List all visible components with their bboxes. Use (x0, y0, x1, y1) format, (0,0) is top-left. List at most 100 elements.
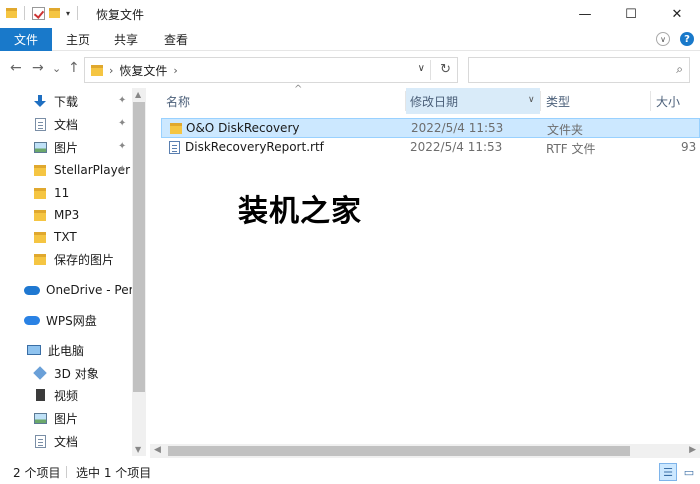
address-row: ← → ⌄ ↑ › 恢复文件 › ∨ ↻ ⌕ (0, 54, 700, 86)
download-arrow-icon (32, 94, 48, 108)
folder-icon (32, 230, 48, 244)
back-button[interactable]: ← (10, 60, 22, 76)
tab-share[interactable]: 共享 (114, 28, 138, 51)
breadcrumb-chevron-icon[interactable]: › (173, 64, 177, 77)
pin-icon[interactable]: ✦ (118, 118, 126, 129)
file-list: 名称 ^ 修改日期 ∨ 类型 大小 O&O DiskRecovery 2022/… (150, 84, 700, 456)
breadcrumb-chevron-icon[interactable]: › (109, 64, 113, 77)
onedrive-cloud-icon (24, 283, 40, 297)
help-icon[interactable]: ? (680, 32, 694, 46)
column-divider[interactable] (540, 91, 541, 111)
file-row[interactable]: O&O DiskRecovery 2022/5/4 11:53 文件夹 (161, 118, 700, 138)
horizontal-scrollbar-thumb[interactable] (168, 446, 630, 456)
minimize-button[interactable]: — (562, 0, 608, 28)
column-header-type[interactable]: 类型 (546, 88, 646, 114)
column-filter-dropdown-icon[interactable]: ∨ (528, 95, 535, 105)
sidebar-item-label: OneDrive - Perso (46, 283, 146, 297)
sidebar-item[interactable]: 文档 (32, 430, 78, 452)
sidebar-item-label: 图片 (54, 411, 79, 426)
sidebar-item[interactable]: TXT (32, 226, 77, 248)
tab-view[interactable]: 查看 (164, 28, 188, 51)
watermark-text: 装机之家 (238, 194, 362, 229)
sidebar-item[interactable]: 下载 (32, 452, 78, 456)
sidebar-item[interactable]: 文档 (32, 113, 78, 135)
forward-button[interactable]: → (32, 60, 44, 76)
nav-scrollbar-thumb[interactable] (133, 102, 145, 392)
recent-locations-button[interactable]: ⌄ (52, 62, 61, 75)
properties-icon[interactable] (32, 6, 45, 20)
search-input[interactable]: ⌕ (468, 57, 690, 83)
sidebar-item-label: 下载 (54, 455, 78, 457)
sidebar-item[interactable]: 11 (32, 182, 69, 204)
sidebar-item-label: 视频 (54, 388, 79, 403)
pin-icon[interactable]: ✦ (118, 141, 126, 152)
sidebar-item[interactable]: 保存的图片 (32, 248, 114, 270)
horizontal-scrollbar[interactable]: ◀ ▶ (150, 444, 700, 458)
sidebar-item[interactable]: StellarPlayer (32, 159, 130, 181)
title-bar: ▾ 恢复文件 — ☐ ✕ (0, 0, 700, 28)
refresh-icon[interactable]: ↻ (440, 62, 451, 77)
file-modified: 2022/5/4 11:53 (411, 121, 504, 135)
sidebar-item-label: TXT (54, 230, 77, 244)
status-selected-count: 选中 1 个项目 (76, 466, 152, 480)
picture-icon (32, 411, 48, 425)
folder-icon (91, 64, 103, 76)
sidebar-item[interactable]: WPS网盘 (24, 309, 97, 331)
sidebar-item[interactable]: 图片 (32, 136, 78, 158)
status-item-count: 2 个项目 (13, 466, 61, 480)
file-modified: 2022/5/4 11:53 (410, 140, 503, 154)
sidebar-item-label: 3D 对象 (54, 366, 99, 381)
tab-home[interactable]: 主页 (66, 28, 90, 51)
sidebar-item-label: MP3 (54, 208, 80, 222)
large-icons-view-icon[interactable]: ▭ (680, 463, 698, 481)
sidebar-item[interactable]: 此电脑 (26, 339, 84, 361)
column-header-modified[interactable]: 修改日期 ∨ (406, 88, 540, 114)
address-dropdown-icon[interactable]: ∨ (418, 63, 425, 74)
column-divider[interactable] (650, 91, 651, 111)
details-view-icon[interactable]: ☰ (659, 463, 677, 481)
sidebar-item[interactable]: OneDrive - Perso (24, 279, 146, 301)
breadcrumb-current[interactable]: 恢复文件 (119, 62, 167, 79)
scroll-up-icon[interactable]: ▲ (135, 90, 141, 99)
sidebar-item[interactable]: 图片 (32, 407, 78, 429)
pin-icon[interactable]: ✦ (118, 95, 126, 106)
address-bar[interactable]: › 恢复文件 › ∨ ↻ (84, 57, 458, 83)
file-row[interactable]: DiskRecoveryReport.rtf 2022/5/4 11:53 RT… (161, 138, 700, 158)
window-title: 恢复文件 (96, 8, 145, 22)
column-header-name[interactable]: 名称 ^ (166, 84, 402, 114)
nav-scrollbar[interactable]: ▲ ▼ (132, 88, 146, 456)
quick-access-dropdown[interactable]: ▾ (66, 9, 70, 18)
sidebar-item[interactable]: 视频 (32, 384, 78, 406)
sidebar-item-label: 下载 (54, 94, 79, 109)
folder-icon (32, 163, 48, 177)
picture-icon (32, 140, 48, 154)
scroll-left-icon[interactable]: ◀ (154, 445, 161, 455)
sidebar-item[interactable]: 下载 (32, 90, 78, 112)
file-type: 文件夹 (547, 123, 584, 137)
ribbon-tabs: 文件 主页 共享 查看 ∨ ? (0, 28, 700, 51)
scroll-down-icon[interactable]: ▼ (135, 445, 141, 454)
scroll-right-icon[interactable]: ▶ (689, 445, 696, 455)
folder-icon (6, 8, 17, 18)
sidebar-item-label: WPS网盘 (46, 313, 97, 328)
toolbar-divider (24, 6, 25, 20)
sidebar-item-label: 11 (54, 186, 70, 200)
folder-icon (32, 252, 48, 266)
close-button[interactable]: ✕ (654, 0, 700, 28)
file-name[interactable]: O&O DiskRecovery (186, 121, 299, 135)
navigation-pane: 下载 ✦ 文档 ✦ 图片 ✦ StellarPlayer ✦ 11 MP3 TXT 保存的图片 OneD… (0, 88, 146, 456)
file-name[interactable]: DiskRecoveryReport.rtf (185, 140, 324, 154)
expand-ribbon-icon[interactable]: ∨ (656, 32, 670, 46)
pin-icon[interactable]: ✦ (118, 164, 126, 175)
up-button[interactable]: ↑ (68, 60, 80, 76)
column-header-size[interactable]: 大小 (656, 88, 700, 114)
new-folder-icon[interactable] (49, 8, 60, 18)
maximize-button[interactable]: ☐ (608, 0, 654, 28)
sidebar-item[interactable]: 3D 对象 (32, 362, 99, 384)
sidebar-item-label: 图片 (54, 140, 79, 155)
folder-icon (170, 123, 182, 134)
search-icon[interactable]: ⌕ (676, 62, 683, 77)
sidebar-item[interactable]: MP3 (32, 204, 79, 226)
tab-file[interactable]: 文件 (0, 28, 52, 51)
toolbar-divider (77, 6, 79, 20)
